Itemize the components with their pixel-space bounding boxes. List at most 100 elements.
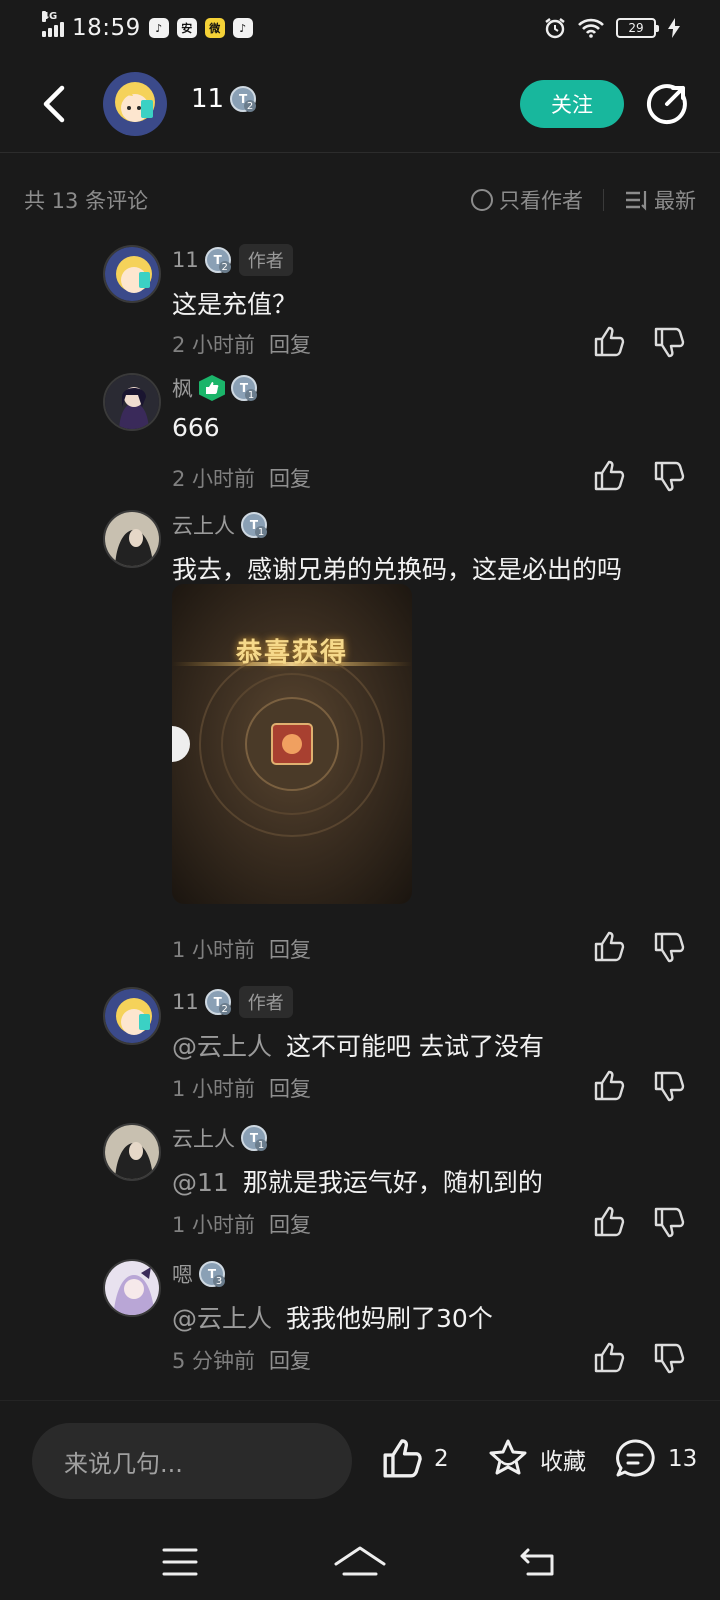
- thumbs-down-icon[interactable]: [652, 1069, 686, 1103]
- thumbs-up-icon[interactable]: [592, 1341, 626, 1375]
- thumbs-up-icon[interactable]: [592, 325, 626, 359]
- author-avatar[interactable]: [103, 72, 167, 136]
- comment-list[interactable]: 11 T2 作者 这是充值？ 2 小时前 回复 枫 T1 666 2 小时前 回…: [0, 243, 720, 1395]
- back-arrow-icon[interactable]: [36, 82, 72, 126]
- author-tag: 作者: [238, 244, 293, 276]
- comment-sort-bar: 共 13 条评论 只看作者 最新: [24, 180, 696, 220]
- commenter-name[interactable]: 云上人: [172, 510, 235, 540]
- radio-icon: [471, 189, 493, 211]
- star-icon: [489, 1439, 527, 1475]
- comment-text: @云上人 这不可能吧 去试了没有: [172, 1032, 544, 1061]
- comment-avatar[interactable]: [103, 1259, 161, 1317]
- comment-text: 这是充值？: [172, 290, 298, 319]
- commenter-name[interactable]: 云上人: [172, 1123, 235, 1153]
- reply-button[interactable]: 回复: [269, 463, 311, 493]
- comment-item: 枫 T1 666 2 小时前 回复: [0, 371, 720, 501]
- author-tag: 作者: [238, 986, 293, 1018]
- reply-button[interactable]: 回复: [269, 934, 311, 964]
- system-nav-bar: [0, 1530, 720, 1600]
- comments-button[interactable]: 13: [614, 1437, 697, 1481]
- commenter-name[interactable]: 嗯: [172, 1259, 193, 1289]
- post-header: 11 T2 关注: [0, 64, 720, 144]
- like-count: 2: [434, 1446, 449, 1472]
- comment-text: @11 那就是我运气好，随机到的: [172, 1168, 543, 1197]
- share-icon[interactable]: [645, 82, 689, 126]
- comment-count-badge: 13: [668, 1446, 698, 1472]
- comment-actions: [592, 1341, 686, 1375]
- level-badge-icon: T2: [204, 989, 231, 1015]
- thumbs-up-icon[interactable]: [592, 930, 626, 964]
- comment-image[interactable]: 恭喜获得: [172, 584, 412, 904]
- menu-icon[interactable]: [150, 1540, 210, 1584]
- commenter-name[interactable]: 枫: [172, 373, 193, 403]
- comment-item: 云上人 T1 @11 那就是我运气好，随机到的 1 小时前 回复: [0, 1121, 720, 1251]
- author-only-toggle[interactable]: 只看作者: [471, 185, 583, 215]
- thumbs-down-icon[interactable]: [652, 930, 686, 964]
- comment-meta: 1 小时前 回复: [172, 934, 311, 964]
- comment-item: 嗯 T3 @云上人 我我他妈刷了30个 5 分钟前 回复: [0, 1257, 720, 1393]
- reply-button[interactable]: 回复: [269, 1073, 311, 1103]
- comment-time: 5 分钟前: [172, 1349, 256, 1373]
- thumbs-up-icon[interactable]: [592, 1205, 626, 1239]
- comment-avatar[interactable]: [103, 245, 161, 303]
- comment-item: 云上人 T1 我去，感谢兄弟的兑换码，这是必出的吗 恭喜获得 1 小时前 回复: [0, 508, 720, 978]
- author-name[interactable]: 11 T2: [191, 84, 257, 114]
- bottom-action-bar: 来说几句... 2 收藏 13: [0, 1400, 720, 1530]
- comment-header: 云上人 T1: [172, 508, 267, 542]
- comment-header: 11 T2 作者: [172, 985, 293, 1019]
- comment-meta: 2 小时前 回复: [172, 329, 311, 359]
- thumbs-down-icon[interactable]: [652, 459, 686, 493]
- thumbs-down-icon[interactable]: [652, 1341, 686, 1375]
- reply-button[interactable]: 回复: [269, 1345, 311, 1375]
- favorite-label: 收藏: [540, 1449, 586, 1475]
- sort-toggle[interactable]: 最新: [624, 185, 696, 215]
- thumbs-down-icon[interactable]: [652, 1205, 686, 1239]
- like-button[interactable]: 2: [380, 1437, 449, 1481]
- comment-avatar[interactable]: [103, 373, 161, 431]
- battery-icon: 29: [616, 18, 659, 38]
- comment-time: 1 小时前: [172, 1077, 256, 1101]
- mention-link[interactable]: @云上人: [172, 1304, 272, 1333]
- commenter-name[interactable]: 11: [172, 990, 199, 1014]
- comment-input[interactable]: 来说几句...: [32, 1423, 352, 1499]
- commenter-name[interactable]: 11: [172, 248, 199, 272]
- comment-input-placeholder: 来说几句...: [64, 1449, 183, 1478]
- thumbs-up-icon: [383, 1439, 422, 1478]
- back-nav-icon[interactable]: [510, 1540, 570, 1584]
- comment-header: 枫 T1: [172, 371, 257, 405]
- home-icon[interactable]: [330, 1540, 390, 1584]
- reply-button[interactable]: 回复: [269, 329, 311, 359]
- comment-meta: 2 小时前 回复: [172, 463, 311, 493]
- comment-actions: [592, 325, 686, 359]
- comment-avatar[interactable]: [103, 1123, 161, 1181]
- comment-meta: 1 小时前 回复: [172, 1073, 311, 1103]
- comment-header: 云上人 T1: [172, 1121, 267, 1155]
- comment-item: 11 T2 作者 @云上人 这不可能吧 去试了没有 1 小时前 回复: [0, 985, 720, 1115]
- level-badge-icon: T3: [199, 1261, 225, 1287]
- comment-bubble-icon: [616, 1439, 655, 1477]
- network-type: 4G: [42, 11, 58, 22]
- comment-meta: 1 小时前 回复: [172, 1209, 311, 1239]
- comment-avatar[interactable]: [103, 987, 161, 1045]
- thumbs-down-icon[interactable]: [652, 325, 686, 359]
- follow-button[interactable]: 关注: [520, 80, 624, 128]
- favorite-button[interactable]: 收藏: [486, 1437, 586, 1481]
- comment-meta: 5 分钟前 回复: [172, 1345, 311, 1375]
- thumbs-up-icon[interactable]: [592, 1069, 626, 1103]
- thumbs-up-icon[interactable]: [592, 459, 626, 493]
- header-divider: [0, 152, 720, 153]
- mention-link[interactable]: @11: [172, 1168, 229, 1197]
- mention-link[interactable]: @云上人: [172, 1032, 272, 1061]
- status-right: 29: [544, 17, 680, 39]
- wifi-icon: [578, 18, 604, 38]
- comment-avatar[interactable]: [103, 510, 161, 568]
- author-only-label: 只看作者: [499, 189, 583, 213]
- comment-header: 嗯 T3: [172, 1257, 225, 1291]
- battery-level: 29: [628, 21, 644, 35]
- comment-time: 2 小时前: [172, 467, 256, 491]
- sort-divider: [603, 189, 604, 211]
- reply-button[interactable]: 回复: [269, 1209, 311, 1239]
- comment-time: 1 小时前: [172, 1213, 256, 1237]
- comment-text: @云上人 我我他妈刷了30个: [172, 1304, 493, 1333]
- level-badge-icon: T1: [241, 512, 267, 538]
